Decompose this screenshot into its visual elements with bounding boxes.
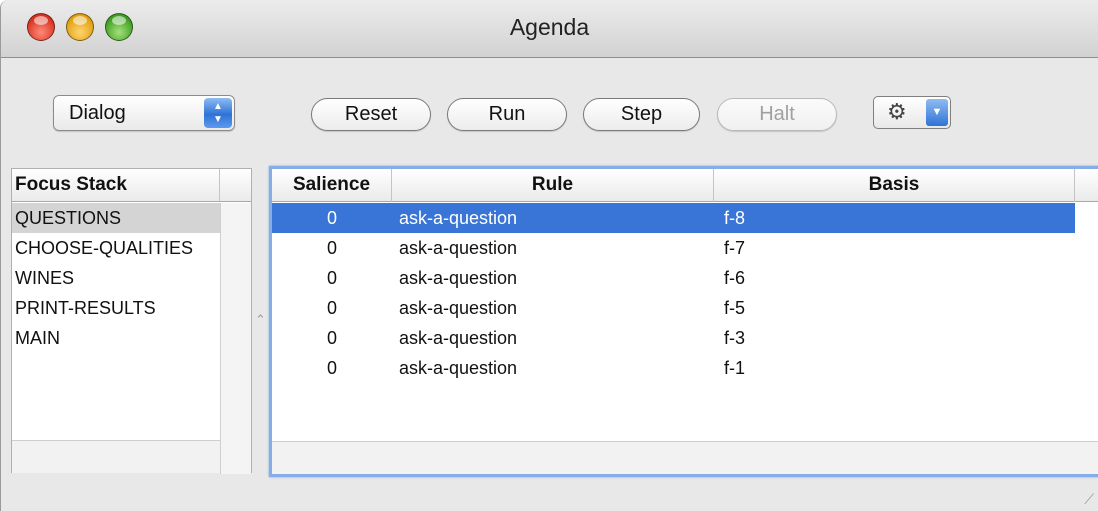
rule-cell: ask-a-question <box>399 268 518 288</box>
reset-button[interactable]: Reset <box>311 98 431 131</box>
focus-stack-item[interactable]: WINES <box>12 263 220 293</box>
step-button[interactable]: Step <box>583 98 700 131</box>
focus-stack-table[interactable]: Focus Stack QUESTIONS CHOOSE-QUALITIES WIN… <box>11 168 252 474</box>
title-bar[interactable]: Agenda <box>1 0 1098 58</box>
focus-stack-header[interactable]: Focus Stack <box>12 169 220 202</box>
agenda-row[interactable]: 0 ask-a-question f-1 <box>272 353 1075 383</box>
focus-stack-item[interactable]: MAIN <box>12 323 220 353</box>
up-down-arrows-icon: ▲ ▼ <box>204 98 232 128</box>
agenda-table[interactable]: Salience Rule Basis 0 ask-a-question f-8 0 a… <box>269 166 1098 477</box>
focus-stack-horizontal-scrollbar[interactable] <box>12 440 220 473</box>
salience-cell: 0 <box>326 208 337 228</box>
module-select-value: Dialog <box>69 102 126 124</box>
split-view-handle[interactable]: ⌃ <box>255 312 266 328</box>
focus-stack-item[interactable]: PRINT-RESULTS <box>12 293 220 323</box>
basis-cell: f-5 <box>724 298 746 318</box>
column-header-basis[interactable]: Basis <box>714 169 1075 202</box>
agenda-horizontal-scrollbar[interactable] <box>272 441 1098 474</box>
agenda-row[interactable]: 0 ask-a-question f-3 <box>272 323 1075 353</box>
salience-cell: 0 <box>326 268 337 288</box>
rule-cell: ask-a-question <box>399 208 518 228</box>
basis-cell: f-3 <box>724 328 746 348</box>
basis-cell: f-8 <box>724 208 746 228</box>
focus-stack-item[interactable]: QUESTIONS <box>12 203 220 233</box>
focus-stack-item[interactable]: CHOOSE-QUALITIES <box>12 233 220 263</box>
agenda-row[interactable]: 0 ask-a-question f-8 <box>272 203 1075 233</box>
salience-cell: 0 <box>326 358 337 378</box>
basis-cell: f-1 <box>724 358 746 378</box>
rule-cell: ask-a-question <box>399 298 518 318</box>
halt-button[interactable]: Halt <box>717 98 837 131</box>
salience-cell: 0 <box>326 298 337 318</box>
focus-stack-vertical-scrollbar[interactable] <box>220 203 251 474</box>
agenda-table-header: Salience Rule Basis <box>272 169 1098 202</box>
focus-stack-header-corner <box>220 169 251 202</box>
module-select[interactable]: Dialog ▲ ▼ <box>53 95 235 131</box>
basis-cell: f-6 <box>724 268 746 288</box>
agenda-window: Agenda Dialog ▲ ▼ Reset Run Step Halt ⚙ ▼… <box>0 0 1098 511</box>
column-header-salience[interactable]: Salience <box>272 169 392 202</box>
resize-grip-icon[interactable]: ⟋ <box>1084 491 1094 508</box>
salience-cell: 0 <box>326 238 337 258</box>
agenda-row[interactable]: 0 ask-a-question f-7 <box>272 233 1075 263</box>
rule-cell: ask-a-question <box>399 328 518 348</box>
agenda-row[interactable]: 0 ask-a-question f-6 <box>272 263 1075 293</box>
salience-cell: 0 <box>326 328 337 348</box>
run-button[interactable]: Run <box>447 98 567 131</box>
rule-cell: ask-a-question <box>399 238 518 258</box>
rule-cell: ask-a-question <box>399 358 518 378</box>
gear-icon: ⚙ <box>887 99 907 124</box>
action-menu-button[interactable]: ⚙ ▼ <box>873 96 951 129</box>
chevron-down-icon: ▼ <box>926 99 948 126</box>
column-header-rule[interactable]: Rule <box>392 169 714 202</box>
basis-cell: f-7 <box>724 238 746 258</box>
window-title: Agenda <box>509 14 590 40</box>
agenda-row[interactable]: 0 ask-a-question f-5 <box>272 293 1075 323</box>
